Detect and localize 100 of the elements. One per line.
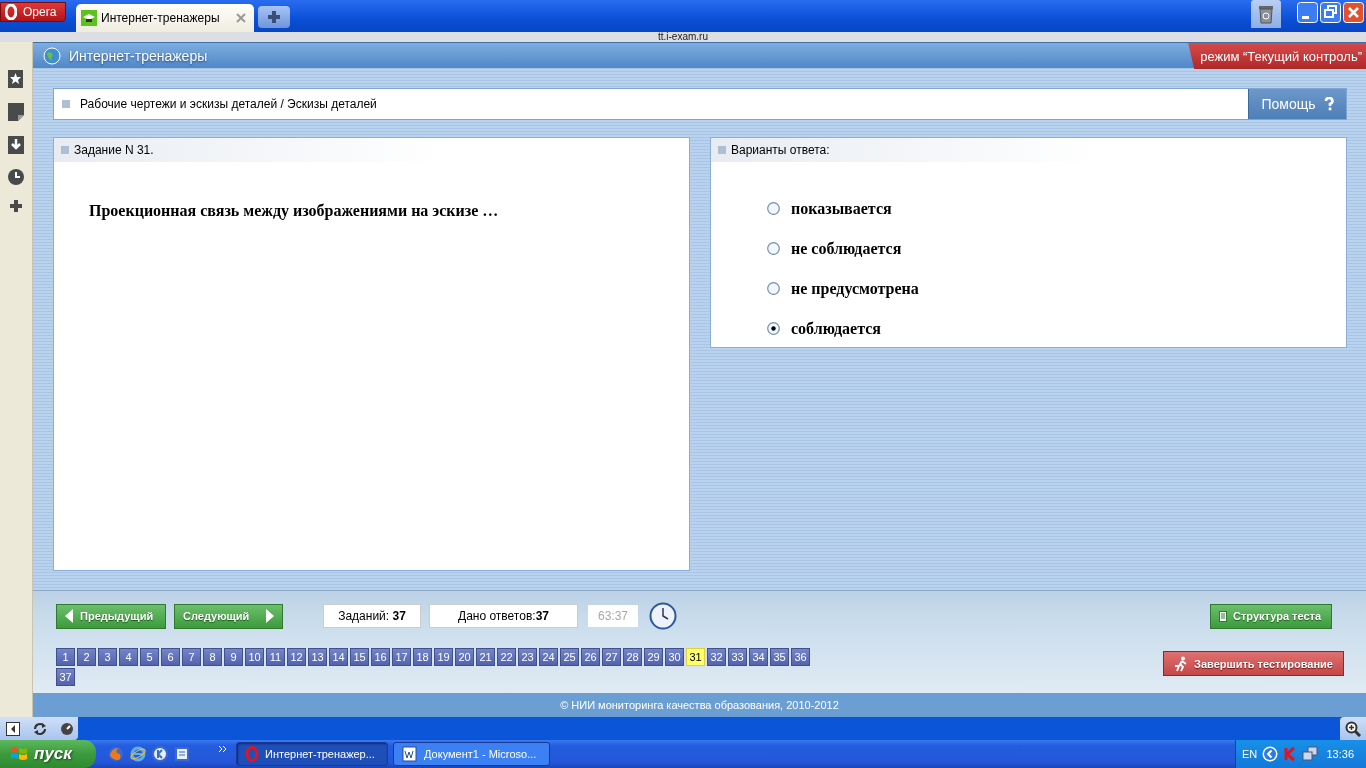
close-icon[interactable]	[236, 13, 246, 23]
task-number-button[interactable]: 14	[329, 648, 348, 666]
new-tab-button[interactable]	[258, 6, 290, 28]
running-person-icon	[1174, 655, 1188, 672]
task-number-button[interactable]: 29	[644, 648, 663, 666]
task-number-button[interactable]: 36	[791, 648, 810, 666]
browser-tab[interactable]: Интернет-тренажеры	[76, 4, 254, 32]
clock: 13:36	[1326, 748, 1354, 760]
e-globe-icon[interactable]	[130, 746, 146, 762]
radio-button[interactable]	[767, 202, 780, 215]
square-bullet-icon	[718, 146, 726, 154]
timer: 63:37	[588, 605, 638, 627]
zoom-icon[interactable]	[1345, 720, 1361, 737]
copyright-text: © НИИ мониторинга качества образования, 2010-2012	[560, 699, 839, 711]
task-number-button[interactable]: 33	[728, 648, 747, 666]
taskbar-window-button[interactable]: Интернет-тренажер...	[236, 742, 388, 766]
answers-heading: Варианты ответа:	[731, 143, 830, 157]
clock-icon[interactable]	[7, 168, 25, 186]
document-icon	[1219, 610, 1227, 622]
task-number-button[interactable]: 28	[623, 648, 642, 666]
minimize-icon[interactable]	[1297, 2, 1318, 23]
task-number-button[interactable]: 3	[98, 648, 117, 666]
task-number-button[interactable]: 15	[350, 648, 369, 666]
task-number-button[interactable]: 25	[560, 648, 579, 666]
plus-icon[interactable]	[9, 199, 23, 213]
task-number-button[interactable]: 31	[686, 648, 705, 666]
trash-button[interactable]	[1251, 0, 1281, 28]
test-structure-button[interactable]: Структура теста	[1210, 603, 1332, 629]
address-text: tt.i-exam.ru	[658, 31, 708, 42]
o-letter-icon	[245, 746, 259, 762]
task-number-button[interactable]: 8	[203, 648, 222, 666]
answer-option-label[interactable]: соблюдается	[791, 319, 881, 338]
graduation-cap-icon	[81, 10, 97, 26]
task-number-button[interactable]: 6	[161, 648, 180, 666]
breadcrumb-text: Рабочие чертежи и эскизы деталей / Эскизы деталей	[80, 97, 378, 111]
opera-menu-button[interactable]: Opera	[0, 2, 66, 22]
speedometer-icon[interactable]	[60, 721, 74, 736]
task-number-button[interactable]: 13	[308, 648, 327, 666]
k-circle-icon[interactable]	[152, 746, 168, 762]
question-text: Проекционная связь между изображениями на эскизе …	[89, 202, 500, 220]
answer-option-label[interactable]: не соблюдается	[791, 239, 902, 258]
plus-icon	[267, 10, 281, 24]
download-icon[interactable]	[7, 135, 25, 155]
radio-button[interactable]	[767, 242, 780, 255]
task-number-button[interactable]: 2	[77, 648, 96, 666]
task-number-button[interactable]: 19	[434, 648, 453, 666]
task-number-button[interactable]: 12	[287, 648, 306, 666]
right-arrow-icon	[265, 609, 274, 623]
task-number-button[interactable]: 34	[749, 648, 768, 666]
square-bullet-icon	[62, 100, 70, 108]
task-number-button[interactable]: 9	[224, 648, 243, 666]
task-number-button[interactable]: 7	[182, 648, 201, 666]
restore-icon[interactable]	[1320, 2, 1341, 23]
task-number-button[interactable]: 20	[455, 648, 474, 666]
task-number-button[interactable]: 32	[707, 648, 726, 666]
left-arrow-circle-icon[interactable]	[1262, 746, 1279, 762]
note-icon[interactable]	[7, 102, 25, 122]
notepad-icon[interactable]	[174, 746, 190, 762]
clock-icon	[649, 602, 677, 630]
task-number-button[interactable]: 1	[56, 648, 75, 666]
task-number-button[interactable]: 4	[119, 648, 138, 666]
task-number-button[interactable]: 23	[518, 648, 537, 666]
left-arrow-icon	[65, 609, 74, 623]
answered-count: Дано ответов:37	[429, 604, 578, 628]
task-number-button[interactable]: 35	[770, 648, 789, 666]
taskbar-window-button[interactable]: Документ1 - Microso...	[393, 742, 550, 766]
help-button[interactable]: Помощь	[1248, 89, 1346, 119]
next-button[interactable]: Следующий	[174, 603, 283, 629]
tasks-count: Заданий: 37	[323, 604, 421, 628]
chevron-icon[interactable]	[218, 745, 228, 755]
task-number-button[interactable]: 26	[581, 648, 600, 666]
task-number-button[interactable]: 18	[413, 648, 432, 666]
task-number-button[interactable]: 22	[497, 648, 516, 666]
task-number-button[interactable]: 5	[140, 648, 159, 666]
task-number-button[interactable]: 10	[245, 648, 264, 666]
globe-icon	[43, 46, 61, 65]
finish-test-button[interactable]: Завершить тестирование	[1163, 651, 1344, 676]
refresh-icon[interactable]	[32, 721, 48, 736]
task-number-button[interactable]: 27	[602, 648, 621, 666]
answer-option-label[interactable]: показывается	[791, 199, 892, 218]
previous-button[interactable]: Предыдущий	[56, 603, 166, 629]
task-number-button[interactable]: 21	[476, 648, 495, 666]
question-mark-icon	[1323, 97, 1334, 111]
task-number-button[interactable]: 30	[665, 648, 684, 666]
answer-option-label[interactable]: не предусмотрена	[791, 279, 919, 298]
task-number-button[interactable]: 16	[371, 648, 390, 666]
radio-button[interactable]	[767, 322, 780, 335]
opera-logo-icon	[5, 4, 17, 20]
task-number-button[interactable]: 24	[539, 648, 558, 666]
task-number-button[interactable]: 37	[56, 668, 75, 686]
square-bullet-icon	[61, 146, 69, 154]
task-number-button[interactable]: 17	[392, 648, 411, 666]
language-indicator[interactable]: EN	[1242, 748, 1258, 760]
site-title: Интернет-тренажеры	[69, 47, 208, 64]
radio-button[interactable]	[767, 282, 780, 295]
network-icon[interactable]	[1302, 746, 1319, 762]
panel-toggle-icon[interactable]	[6, 721, 20, 736]
start-button[interactable]: пуск	[0, 740, 96, 768]
question-number: Задание N 31.	[74, 143, 154, 157]
task-number-button[interactable]: 11	[266, 648, 285, 666]
